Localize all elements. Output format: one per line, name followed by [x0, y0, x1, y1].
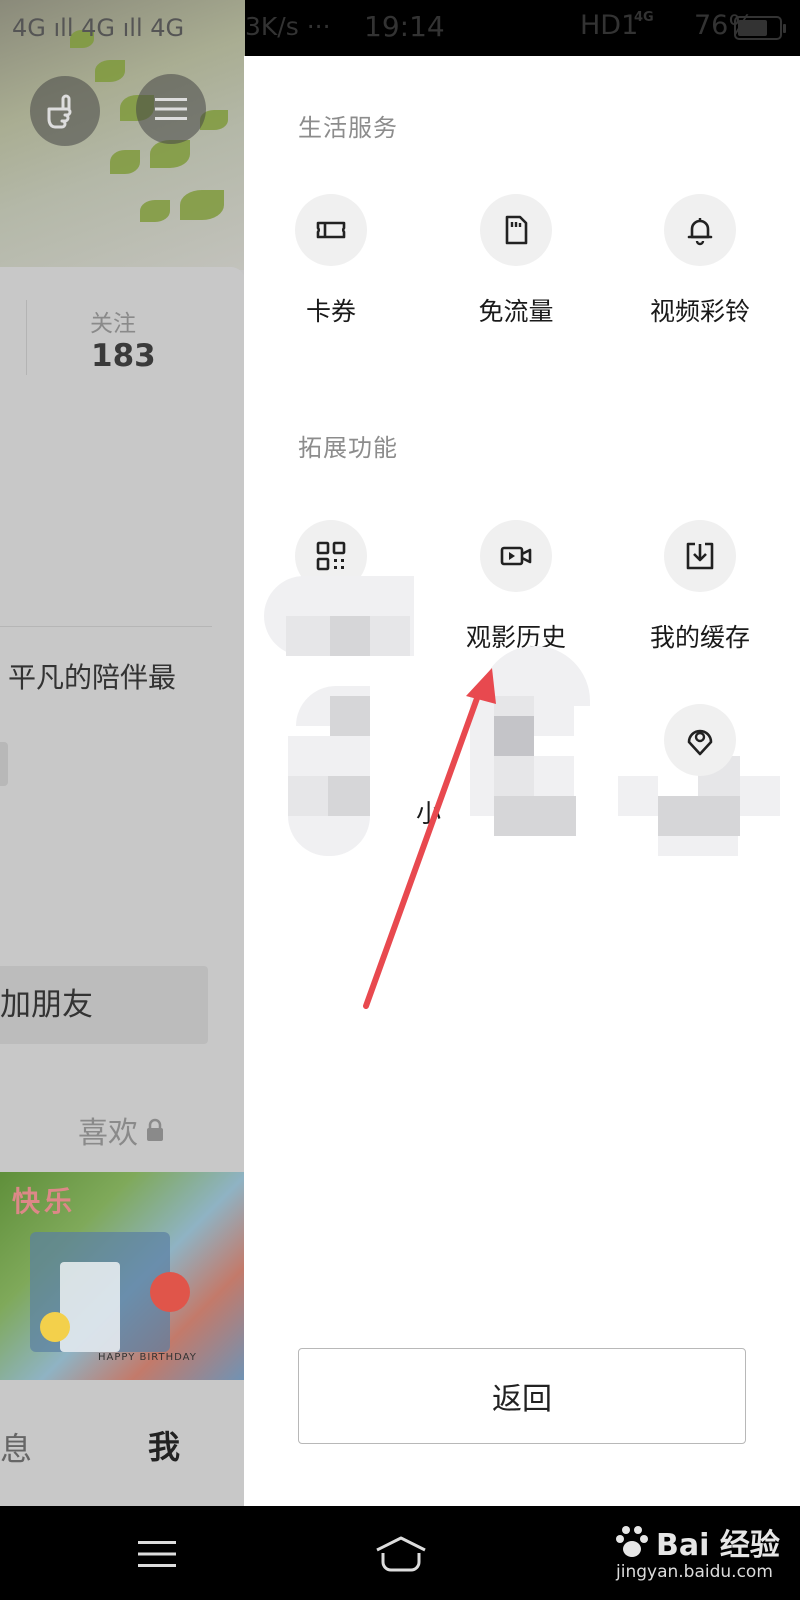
profile-page-background: 关注 183 平凡的陪伴最 加朋友 喜欢 快乐 HAPPY BIRTHDAY 息…: [0, 0, 245, 1506]
video-camera-icon: [500, 546, 532, 566]
hamburger-icon: [155, 98, 187, 120]
tab-me[interactable]: 我: [148, 1422, 180, 1468]
watermark-url: jingyan.baidu.com: [616, 1562, 773, 1582]
location-icon: [687, 729, 713, 756]
battery-icon: [734, 16, 786, 40]
thumbnail-caption: HAPPY BIRTHDAY: [98, 1352, 197, 1363]
ticket-icon: [316, 221, 346, 239]
divider: [0, 626, 212, 627]
profile-tag: [0, 742, 8, 786]
icon-circle: [480, 194, 552, 266]
menu-lines-icon: [138, 1541, 176, 1567]
icon-circle: [664, 704, 736, 776]
sim-card-icon: [505, 215, 528, 245]
menu-button[interactable]: [136, 74, 206, 144]
hd-indicator: HD1: [580, 10, 639, 41]
side-menu-panel: 生活服务 卡券 免流量 视频彩铃 拓展功能 观影历史 我的缓存 小 返回: [244, 56, 800, 1506]
follow-label: 关注: [90, 311, 136, 337]
tab-likes[interactable]: 喜欢: [78, 1108, 164, 1152]
menu-item-label: 视频彩铃: [649, 297, 750, 326]
status-bar: 4G ıll 4G ıll 4G 3K/s ··· 19:14 HD1 4G 7…: [0, 0, 800, 56]
qr-code-icon: [316, 541, 346, 571]
menu-item-location[interactable]: [625, 704, 775, 776]
follow-count[interactable]: 183: [91, 338, 156, 374]
watermark-logo: Bai 经验: [612, 1520, 780, 1564]
bell-icon: [687, 218, 713, 246]
lock-icon: [147, 1118, 163, 1141]
download-icon: [686, 542, 714, 570]
menu-item-free-data[interactable]: 免流量: [441, 194, 591, 328]
home-icon: [376, 1536, 426, 1572]
menu-item-video-ringtone[interactable]: 视频彩铃: [625, 194, 775, 328]
lte-indicator: 4G: [634, 10, 654, 25]
profile-signature: 平凡的陪伴最: [8, 661, 177, 694]
menu-item-label: 免流量: [478, 297, 554, 326]
icon-circle: [295, 194, 367, 266]
section-title-extended: 拓展功能: [298, 434, 398, 462]
bottom-tab-bar: [0, 1380, 245, 1506]
icon-circle: [664, 194, 736, 266]
add-friend-button[interactable]: 加朋友: [0, 966, 208, 1044]
paw-icon: [616, 1526, 648, 1557]
section-title-life-services: 生活服务: [298, 114, 398, 142]
network-signal: 4G ıll 4G ıll 4G: [12, 14, 185, 42]
menu-item-coupons[interactable]: 卡券: [256, 194, 406, 328]
recent-apps-button[interactable]: [122, 1530, 192, 1578]
home-button[interactable]: [366, 1530, 436, 1578]
menu-item-label: 卡券: [305, 297, 356, 326]
menu-item-mini-program[interactable]: 小: [416, 794, 496, 830]
menu-item-my-cache[interactable]: 我的缓存: [625, 520, 775, 654]
hand-pointer-button[interactable]: [30, 76, 100, 146]
menu-item-label: 小: [416, 799, 442, 828]
battery-fill: [738, 20, 768, 36]
icon-circle: [480, 520, 552, 592]
tab-likes-label: 喜欢: [78, 1116, 138, 1151]
back-button[interactable]: 返回: [298, 1348, 746, 1444]
tab-messages[interactable]: 息: [0, 1424, 32, 1470]
clock: 19:14: [364, 10, 445, 43]
menu-item-label: 我的缓存: [649, 623, 750, 652]
menu-item-watch-history[interactable]: 观影历史: [441, 520, 591, 654]
watermark-brand: Bai 经验: [656, 1528, 780, 1563]
hand-pointer-icon: [47, 94, 72, 129]
network-speed: 3K/s ···: [245, 12, 331, 41]
thumbnail-text: 快乐: [12, 1185, 77, 1218]
icon-circle: [664, 520, 736, 592]
